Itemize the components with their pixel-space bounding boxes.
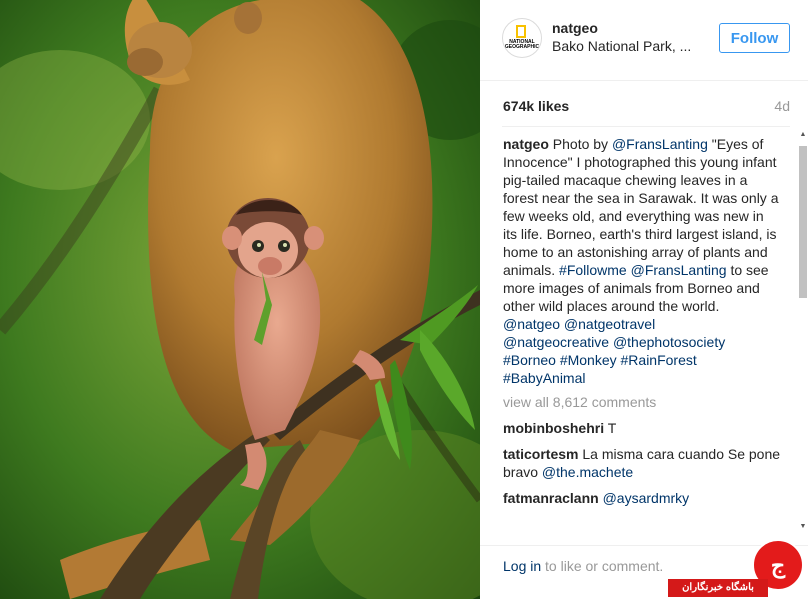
login-link[interactable]: Log in bbox=[503, 558, 541, 574]
comment-item: fatmanraclann @aysardmrky bbox=[503, 489, 781, 507]
caption-username[interactable]: natgeo bbox=[503, 136, 549, 152]
logo-text-line-2: GEOGRAPHIC bbox=[504, 44, 540, 50]
comment-mention[interactable]: @aysardmrky bbox=[603, 490, 690, 506]
post-age[interactable]: 4d bbox=[774, 98, 790, 114]
follow-button[interactable]: Follow bbox=[719, 23, 790, 53]
post-header: NATIONAL GEOGRAPHIC natgeo Bako National… bbox=[480, 0, 808, 81]
watermark-symbol: ج bbox=[770, 553, 786, 578]
comment-username[interactable]: fatmanraclann bbox=[503, 490, 599, 506]
caption-hashtag-followme[interactable]: #Followme bbox=[559, 262, 627, 278]
login-prompt: Log in to like or comment. bbox=[503, 558, 663, 574]
comment-item: mobinboshehri T bbox=[503, 419, 781, 437]
caption-tag-line-4[interactable]: #BabyAnimal bbox=[503, 370, 586, 386]
caption-tag-line-3[interactable]: #Borneo #Monkey #RainForest bbox=[503, 352, 697, 368]
comment-text: T bbox=[607, 420, 617, 436]
post-caption: natgeo Photo by @FransLanting "Eyes of I… bbox=[503, 135, 781, 387]
view-all-comments-link[interactable]: view all 8,612 comments bbox=[503, 393, 781, 411]
comment-item: taticortesm La misma cara cuando Se pone… bbox=[503, 445, 781, 481]
scrollbar-thumb[interactable] bbox=[799, 146, 807, 298]
caption-tag-line-1[interactable]: @natgeo @natgeotravel bbox=[503, 316, 655, 332]
scroll-up-arrow-icon[interactable]: ▲ bbox=[798, 130, 808, 140]
likes-count[interactable]: 674k likes bbox=[503, 98, 569, 114]
login-prompt-text: to like or comment. bbox=[541, 558, 664, 574]
divider bbox=[502, 126, 790, 127]
post-location[interactable]: Bako National Park, ... bbox=[552, 38, 698, 54]
comment-username[interactable]: mobinboshehri bbox=[503, 420, 604, 436]
comment-mention[interactable]: @the.machete bbox=[542, 464, 633, 480]
natgeo-avatar[interactable]: NATIONAL GEOGRAPHIC bbox=[502, 18, 542, 58]
caption-text-1: Photo by bbox=[552, 136, 612, 152]
caption-mention-1[interactable]: @FransLanting bbox=[612, 136, 708, 152]
watermark-text: باشگاه خبرنگاران bbox=[668, 579, 768, 597]
post-username[interactable]: natgeo bbox=[552, 20, 598, 36]
watermark-logo: ج باشگاه خبرنگاران bbox=[668, 539, 808, 599]
scroll-down-arrow-icon[interactable]: ▼ bbox=[798, 522, 808, 532]
comments-list[interactable]: natgeo Photo by @FransLanting "Eyes of I… bbox=[503, 135, 781, 530]
natgeo-logo-frame-icon bbox=[516, 25, 526, 38]
caption-mention-2[interactable]: @FransLanting bbox=[631, 262, 727, 278]
macaque-photo bbox=[0, 0, 480, 599]
comment-username[interactable]: taticortesm bbox=[503, 446, 578, 462]
post-sidebar: NATIONAL GEOGRAPHIC natgeo Bako National… bbox=[480, 0, 808, 599]
comments-scrollbar[interactable]: ▲ ▼ bbox=[798, 130, 808, 532]
caption-text-2: "Eyes of Innocence" I photographed this … bbox=[503, 136, 779, 278]
post-photo[interactable] bbox=[0, 0, 480, 599]
caption-tag-line-2[interactable]: @natgeocreative @thephotosociety bbox=[503, 334, 725, 350]
